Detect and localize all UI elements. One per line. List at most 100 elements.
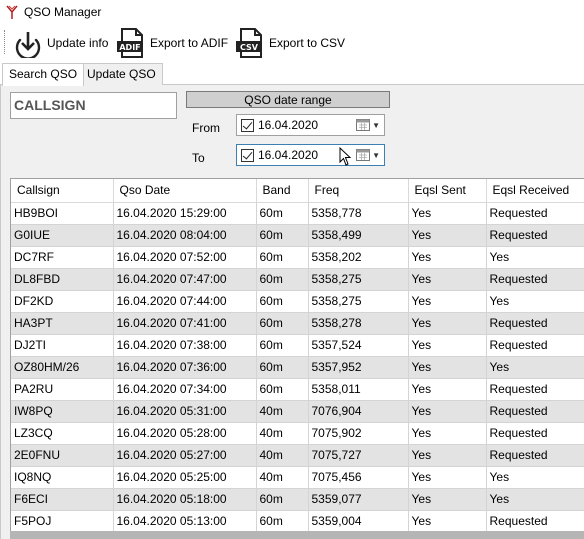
- calendar-icon: [356, 119, 371, 131]
- cell-freq: 5358,202: [308, 246, 409, 269]
- table-row[interactable]: LZ3CQ 16.04.2020 05:28:00 40m 7075,902 Yes Re…: [11, 422, 584, 445]
- cell-band: 60m: [256, 268, 309, 291]
- cell-freq: 7075,727: [308, 444, 409, 467]
- cell-eqsl-sent: Yes: [408, 334, 487, 357]
- cell-band: 60m: [256, 378, 309, 401]
- cell-freq: 5358,778: [308, 202, 409, 225]
- to-label: To: [192, 151, 205, 165]
- cell-callsign: DC7RF: [11, 246, 114, 269]
- toolbar-grip[interactable]: [4, 30, 7, 54]
- cell-callsign: HA3PT: [11, 312, 114, 335]
- from-date-value: 16.04.2020: [258, 118, 319, 132]
- cell-freq: 5358,275: [308, 268, 409, 291]
- export-csv-label: Export to CSV: [269, 36, 346, 50]
- tab-search-qso[interactable]: Search QSO: [2, 63, 85, 86]
- to-date-checkbox[interactable]: [241, 148, 254, 162]
- cell-band: 60m: [256, 334, 309, 357]
- chevron-down-icon[interactable]: ▼: [372, 121, 380, 130]
- cell-eqsl-received: Requested: [486, 202, 584, 225]
- table-row[interactable]: DF2KD 16.04.2020 07:44:00 60m 5358,275 Yes Ye…: [11, 290, 584, 313]
- callsign-input[interactable]: CALLSIGN: [10, 92, 177, 119]
- cell-qso-date: 16.04.2020 05:13:00: [113, 510, 257, 533]
- from-date-picker[interactable]: 16.04.2020 ▼: [236, 114, 385, 136]
- title-bar: QSO Manager: [0, 0, 584, 24]
- table-row[interactable]: F5POJ 16.04.2020 05:13:00 60m 5359,004 Yes Re…: [11, 510, 584, 533]
- column-header-freq[interactable]: Freq: [308, 179, 409, 203]
- table-row[interactable]: OZ80HM/26 16.04.2020 07:36:00 60m 5357,952 Y…: [11, 356, 584, 379]
- cell-band: 60m: [256, 488, 309, 511]
- cell-eqsl-received: Requested: [486, 268, 584, 291]
- table-row[interactable]: IW8PQ 16.04.2020 05:31:00 40m 7076,904 Yes Re…: [11, 400, 584, 423]
- column-header-callsign[interactable]: Callsign: [11, 179, 114, 203]
- cell-qso-date: 16.04.2020 07:34:00: [113, 378, 257, 401]
- cell-callsign: F6ECI: [11, 488, 114, 511]
- cell-eqsl-received: Yes: [486, 246, 584, 269]
- cell-eqsl-received: Requested: [486, 334, 584, 357]
- cell-band: 60m: [256, 224, 309, 247]
- cell-eqsl-received: Requested: [486, 444, 584, 467]
- table-row[interactable]: DC7RF 16.04.2020 07:52:00 60m 5358,202 Yes Ye…: [11, 246, 584, 269]
- cell-eqsl-sent: Yes: [408, 400, 487, 423]
- adif-file-icon: ADIF: [117, 28, 143, 58]
- cell-qso-date: 16.04.2020 05:31:00: [113, 400, 257, 423]
- table-row[interactable]: PA2RU 16.04.2020 07:34:00 60m 5358,011 Yes Re…: [11, 378, 584, 401]
- cell-freq: 5358,499: [308, 224, 409, 247]
- table-row[interactable]: HA3PT 16.04.2020 07:41:00 60m 5358,278 Yes Re…: [11, 312, 584, 335]
- cell-freq: 5357,524: [308, 334, 409, 357]
- from-label: From: [192, 121, 220, 135]
- cell-qso-date: 16.04.2020 07:44:00: [113, 290, 257, 313]
- column-header-band[interactable]: Band: [256, 179, 309, 203]
- cell-eqsl-received: Yes: [486, 466, 584, 489]
- cell-freq: 5359,004: [308, 510, 409, 533]
- cell-eqsl-sent: Yes: [408, 290, 487, 313]
- date-range-header: QSO date range: [186, 91, 390, 108]
- cell-eqsl-sent: Yes: [408, 488, 487, 511]
- cell-band: 40m: [256, 400, 309, 423]
- column-header-eqsl-sent[interactable]: Eqsl Sent: [408, 179, 487, 203]
- tab-update-qso[interactable]: Update QSO: [80, 63, 163, 85]
- cell-band: 60m: [256, 202, 309, 225]
- cell-freq: 5358,278: [308, 312, 409, 335]
- export-adif-button[interactable]: ADIF Export to ADIF: [116, 26, 228, 60]
- column-header-eqsl-received[interactable]: Eqsl Received: [486, 179, 584, 203]
- cell-band: 60m: [256, 356, 309, 379]
- cell-band: 60m: [256, 510, 309, 533]
- to-date-picker[interactable]: 16.04.2020 ▼: [236, 144, 385, 166]
- qso-results-table[interactable]: Callsign Qso Date Band Freq Eqsl Sent Eq…: [10, 178, 584, 539]
- cell-callsign: 2E0FNU: [11, 444, 114, 467]
- cell-freq: 7076,904: [308, 400, 409, 423]
- table-row[interactable]: IQ8NQ 16.04.2020 05:25:00 40m 7075,456 Yes Ye…: [11, 466, 584, 489]
- cell-qso-date: 16.04.2020 07:38:00: [113, 334, 257, 357]
- column-header-qso-date[interactable]: Qso Date: [113, 179, 257, 203]
- table-row[interactable]: DJ2TI 16.04.2020 07:38:00 60m 5357,524 Yes Re…: [11, 334, 584, 357]
- cell-eqsl-received: Requested: [486, 378, 584, 401]
- table-header-row: Callsign Qso Date Band Freq Eqsl Sent Eq…: [11, 179, 584, 203]
- chevron-down-icon[interactable]: ▼: [372, 151, 380, 160]
- window-title: QSO Manager: [24, 5, 102, 19]
- cell-freq: 5358,011: [308, 378, 409, 401]
- export-csv-button[interactable]: CSV Export to CSV: [235, 26, 345, 60]
- cell-eqsl-received: Requested: [486, 422, 584, 445]
- cell-band: 60m: [256, 246, 309, 269]
- update-info-button[interactable]: Update info: [13, 26, 108, 60]
- cell-band: 60m: [256, 312, 309, 335]
- table-row[interactable]: 2E0FNU 16.04.2020 05:27:00 40m 7075,727 Yes R…: [11, 444, 584, 467]
- table-row[interactable]: DL8FBD 16.04.2020 07:47:00 60m 5358,275 Yes R…: [11, 268, 584, 291]
- cell-qso-date: 16.04.2020 07:41:00: [113, 312, 257, 335]
- table-row[interactable]: G0IUE 16.04.2020 08:04:00 60m 5358,499 Yes Re…: [11, 224, 584, 247]
- cell-qso-date: 16.04.2020 07:47:00: [113, 268, 257, 291]
- cell-eqsl-sent: Yes: [408, 510, 487, 533]
- cell-eqsl-received: Requested: [486, 510, 584, 533]
- cell-callsign: OZ80HM/26: [11, 356, 114, 379]
- cell-callsign: F5POJ: [11, 510, 114, 533]
- cell-eqsl-received: Yes: [486, 290, 584, 313]
- cell-freq: 7075,456: [308, 466, 409, 489]
- adif-badge-text: ADIF: [119, 43, 140, 52]
- table-row[interactable]: F6ECI 16.04.2020 05:18:00 60m 5359,077 Yes Ye…: [11, 488, 584, 511]
- cell-eqsl-sent: Yes: [408, 224, 487, 247]
- from-date-checkbox[interactable]: [241, 118, 254, 132]
- csv-file-icon: CSV: [236, 28, 262, 58]
- cell-callsign: IQ8NQ: [11, 466, 114, 489]
- table-row[interactable]: HB9BOI 16.04.2020 15:29:00 60m 5358,778 Yes R…: [11, 202, 584, 225]
- cell-callsign: LZ3CQ: [11, 422, 114, 445]
